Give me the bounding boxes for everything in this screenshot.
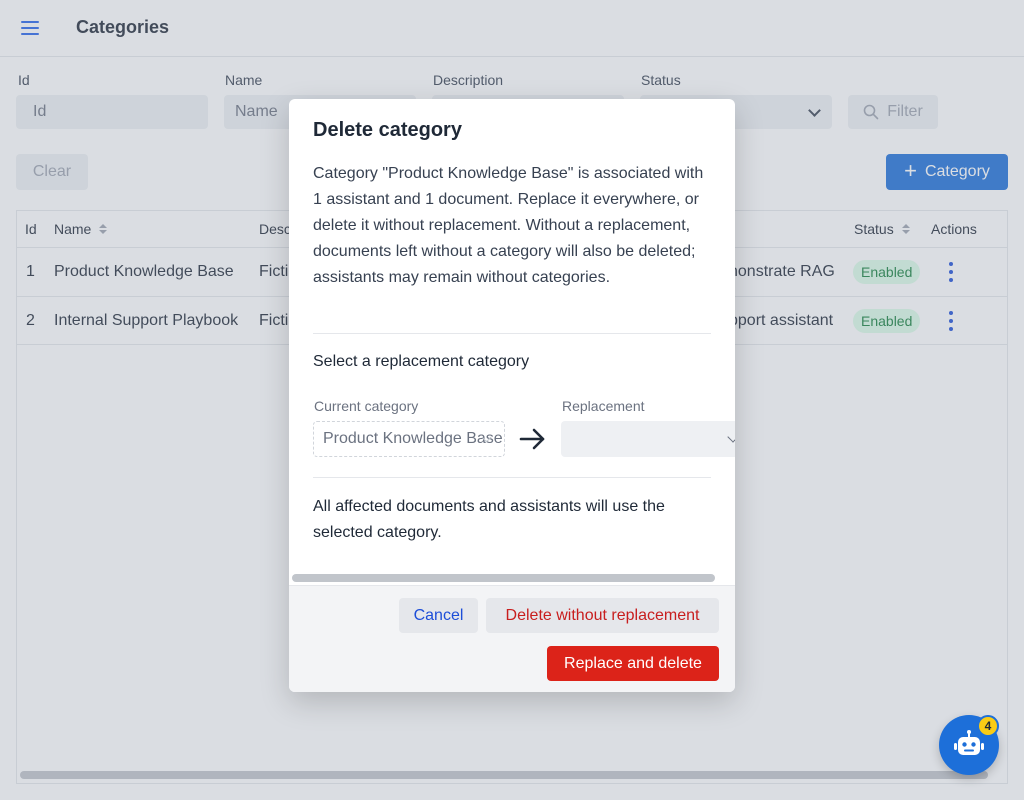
- dialog-note: All affected documents and assistants wi…: [313, 498, 665, 541]
- divider: [313, 477, 711, 478]
- notification-badge: 4: [977, 715, 999, 737]
- replacement-select[interactable]: [561, 421, 735, 457]
- divider: [313, 333, 711, 334]
- delete-without-replacement-button[interactable]: Delete without replacement: [486, 598, 719, 633]
- current-category-label: Current category: [314, 398, 419, 414]
- replace-and-delete-button[interactable]: Replace and delete: [547, 646, 719, 681]
- dialog-footer: Cancel Delete without replacement Replac…: [289, 585, 735, 692]
- dialog-message: Category "Product Knowledge Base" is ass…: [313, 165, 704, 286]
- delete-category-dialog: Delete category Category "Product Knowle…: [289, 99, 735, 692]
- current-category-value: Product Knowledge Base: [323, 430, 503, 447]
- dialog-horizontal-scrollbar[interactable]: [292, 574, 715, 582]
- arrow-right-icon: [519, 428, 545, 450]
- current-category-select: Product Knowledge Base: [313, 421, 505, 457]
- replacement-label: Replacement: [562, 398, 645, 414]
- chevron-down-icon: [727, 431, 735, 443]
- dialog-subtitle: Select a replacement category: [313, 353, 530, 370]
- dialog-title: Delete category: [313, 119, 462, 141]
- cancel-button[interactable]: Cancel: [399, 598, 478, 633]
